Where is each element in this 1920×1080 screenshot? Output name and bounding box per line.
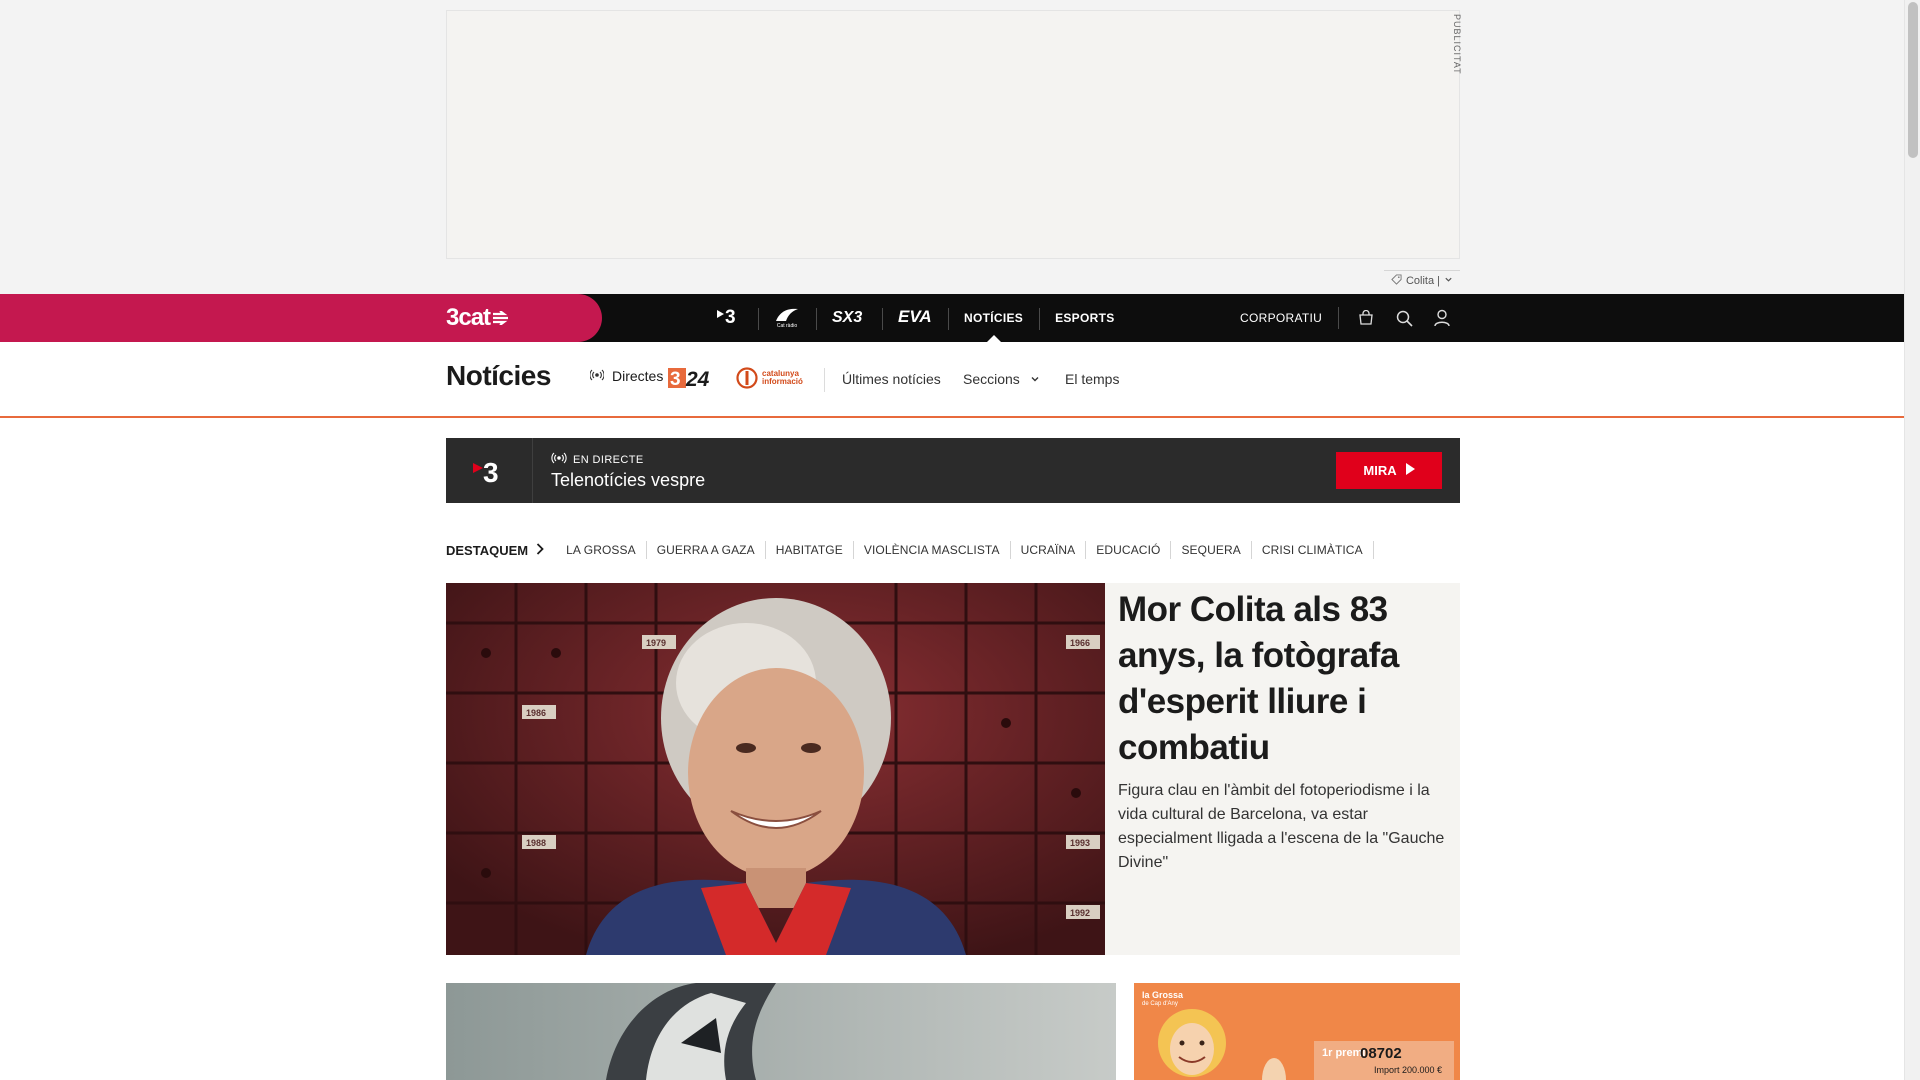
main-header: 3cat 3 Cat ràdio SX3 EVA NOTÍCIES ESPORT… bbox=[0, 294, 1904, 342]
scrollbar-thumb[interactable] bbox=[1908, 2, 1918, 158]
live-broadcast-icon bbox=[589, 368, 605, 384]
chevron-down-icon bbox=[1444, 275, 1453, 287]
live-program-title: Telenotícies vespre bbox=[551, 470, 706, 490]
section-title[interactable]: Notícies bbox=[446, 360, 551, 392]
channel-esports[interactable]: ESPORTS bbox=[1039, 294, 1130, 342]
live-broadcast-icon bbox=[551, 452, 567, 467]
ad-label: PUBLICITAT bbox=[1452, 14, 1462, 75]
el-temps-label: El temps bbox=[1065, 371, 1120, 387]
corporate-link[interactable]: CORPORATIU bbox=[1240, 307, 1340, 329]
article-card-grossa[interactable]: la Grossa de Cap d'Any 1r premi 08702 Im… bbox=[1134, 983, 1460, 1080]
ultimes-noticies-link[interactable]: Últimes notícies bbox=[842, 371, 941, 387]
featured-tags: DESTAQUEM LA GROSSA GUERRA A GAZA HABITA… bbox=[446, 540, 1374, 560]
tag-la-grossa[interactable]: LA GROSSA bbox=[556, 541, 647, 559]
seccions-label: Seccions bbox=[963, 371, 1020, 387]
featured-label: DESTAQUEM bbox=[446, 543, 544, 558]
box-number: 1992 bbox=[1070, 908, 1090, 918]
search-icon[interactable] bbox=[1385, 294, 1423, 342]
catalunya-informacio-logo[interactable]: catalunya informació bbox=[736, 367, 803, 389]
brand-name: 3cat bbox=[446, 304, 491, 331]
play-icon bbox=[1405, 463, 1415, 478]
catinfo-line-2: informació bbox=[762, 377, 803, 386]
grossa-logo: la Grossa de Cap d'Any bbox=[1142, 991, 1183, 1009]
tag-violencia-masclista[interactable]: VIOLÈNCIA MASCLISTA bbox=[854, 541, 1011, 559]
channel-noticies[interactable]: NOTÍCIES bbox=[948, 294, 1039, 342]
tv3-logo-icon: 3 bbox=[473, 457, 499, 486]
live-tag: EN DIRECTE bbox=[551, 452, 644, 467]
ad-topic-chip[interactable]: Colita | bbox=[1384, 270, 1460, 290]
chevron-down-icon bbox=[1030, 371, 1040, 387]
channel-324-logo[interactable]: 324 324 bbox=[668, 366, 722, 390]
ad-slot[interactable] bbox=[446, 10, 1460, 259]
el-temps-link[interactable]: El temps bbox=[1065, 371, 1119, 387]
hero-article[interactable]: 1979 1986 1966 1988 1993 1992 Mor Colita… bbox=[446, 583, 1460, 955]
box-number: 1979 bbox=[646, 638, 666, 648]
sx3-logo-icon: SX3 bbox=[832, 307, 866, 330]
watch-button-label: MIRA bbox=[1363, 463, 1397, 478]
tag-sequera[interactable]: SEQUERA bbox=[1171, 541, 1252, 559]
article-card-image[interactable] bbox=[446, 983, 1116, 1080]
catradio-logo-icon: Cat ràdio bbox=[774, 307, 800, 329]
svg-text:SX3: SX3 bbox=[832, 309, 862, 325]
tv3-logo-icon: 3 bbox=[716, 306, 742, 331]
svg-text:3: 3 bbox=[483, 457, 499, 486]
svg-text:24: 24 bbox=[685, 368, 710, 390]
brand-logo[interactable]: 3cat bbox=[446, 302, 510, 334]
channel-noticies-label: NOTÍCIES bbox=[964, 311, 1024, 325]
ultimes-noticies-label: Últimes notícies bbox=[842, 371, 941, 387]
live-tag-label: EN DIRECTE bbox=[573, 453, 644, 466]
ad-area: PUBLICITAT Colita | bbox=[0, 0, 1904, 294]
tag-crisi-climatica[interactable]: CRISI CLIMÀTICA bbox=[1252, 541, 1374, 559]
watch-button[interactable]: MIRA bbox=[1336, 452, 1442, 489]
hero-headline[interactable]: Mor Colita als 83 anys, la fotògrafa d'e… bbox=[1118, 587, 1448, 771]
featured-label-text: DESTAQUEM bbox=[446, 542, 529, 558]
channel-nav: 3 Cat ràdio SX3 EVA NOTÍCIES ESPORTS bbox=[700, 294, 1131, 342]
box-number: 1988 bbox=[526, 838, 546, 848]
svg-text:3: 3 bbox=[725, 307, 736, 326]
tag-guerra-a-gaza[interactable]: GUERRA A GAZA bbox=[647, 541, 766, 559]
nav-divider bbox=[824, 368, 825, 392]
eva-logo-icon: EVA bbox=[898, 307, 932, 330]
channel-sx3[interactable]: SX3 bbox=[816, 294, 882, 342]
box-number: 1966 bbox=[1070, 638, 1090, 648]
user-icon[interactable] bbox=[1423, 294, 1461, 342]
tag-educacio[interactable]: EDUCACIÓ bbox=[1086, 541, 1172, 559]
tv3-live-logo: 3 bbox=[446, 438, 533, 503]
brand-band bbox=[0, 294, 602, 342]
tag-habitatge[interactable]: HABITATGE bbox=[766, 541, 854, 559]
grossa-logo-line-1: la Grossa bbox=[1142, 990, 1184, 1000]
live-banner[interactable]: 3 EN DIRECTE Telenotícies vespre MIRA bbox=[446, 438, 1460, 503]
svg-text:EVA: EVA bbox=[898, 307, 932, 325]
ad-topic-label: Colita | bbox=[1405, 274, 1441, 287]
box-number: 1993 bbox=[1070, 838, 1090, 848]
shop-icon[interactable] bbox=[1347, 294, 1385, 342]
channel-tv3[interactable]: 3 bbox=[700, 294, 758, 342]
box-number: 1986 bbox=[526, 708, 546, 718]
channel-esports-label: ESPORTS bbox=[1055, 311, 1115, 325]
catinfo-icon bbox=[736, 367, 758, 389]
grossa-logo-line-2: de Cap d'Any bbox=[1142, 1001, 1178, 1007]
hero-text: Mor Colita als 83 anys, la fotògrafa d'e… bbox=[1118, 583, 1448, 875]
svg-text:3: 3 bbox=[670, 369, 681, 390]
directes-link[interactable]: Directes bbox=[589, 368, 664, 384]
chevron-right-icon bbox=[536, 542, 544, 558]
hero-image[interactable]: 1979 1986 1966 1988 1993 1992 bbox=[446, 583, 1105, 955]
hero-summary: Figura clau en l'àmbit del fotoperiodism… bbox=[1118, 782, 1445, 871]
seccions-dropdown[interactable]: Seccions bbox=[963, 371, 1040, 387]
prize-label: 1r premi bbox=[1322, 1047, 1366, 1059]
brand-arrow-icon bbox=[493, 311, 509, 325]
channel-catradio[interactable]: Cat ràdio bbox=[758, 294, 816, 342]
header-utilities: CORPORATIU bbox=[1240, 294, 1461, 342]
section-nav: Notícies Directes 324 324 catalunya info… bbox=[0, 342, 1904, 418]
directes-label: Directes bbox=[612, 368, 664, 384]
channel-eva[interactable]: EVA bbox=[882, 294, 948, 342]
catradio-small-label: Cat ràdio bbox=[776, 323, 798, 329]
prize-number: 08702 bbox=[1360, 1045, 1402, 1062]
prize-amount: Import 200.000 € bbox=[1374, 1065, 1443, 1075]
tag-icon bbox=[1391, 273, 1402, 288]
tag-ucraina[interactable]: UCRAÏNA bbox=[1011, 541, 1087, 559]
page-scrollbar[interactable] bbox=[1904, 0, 1920, 1080]
